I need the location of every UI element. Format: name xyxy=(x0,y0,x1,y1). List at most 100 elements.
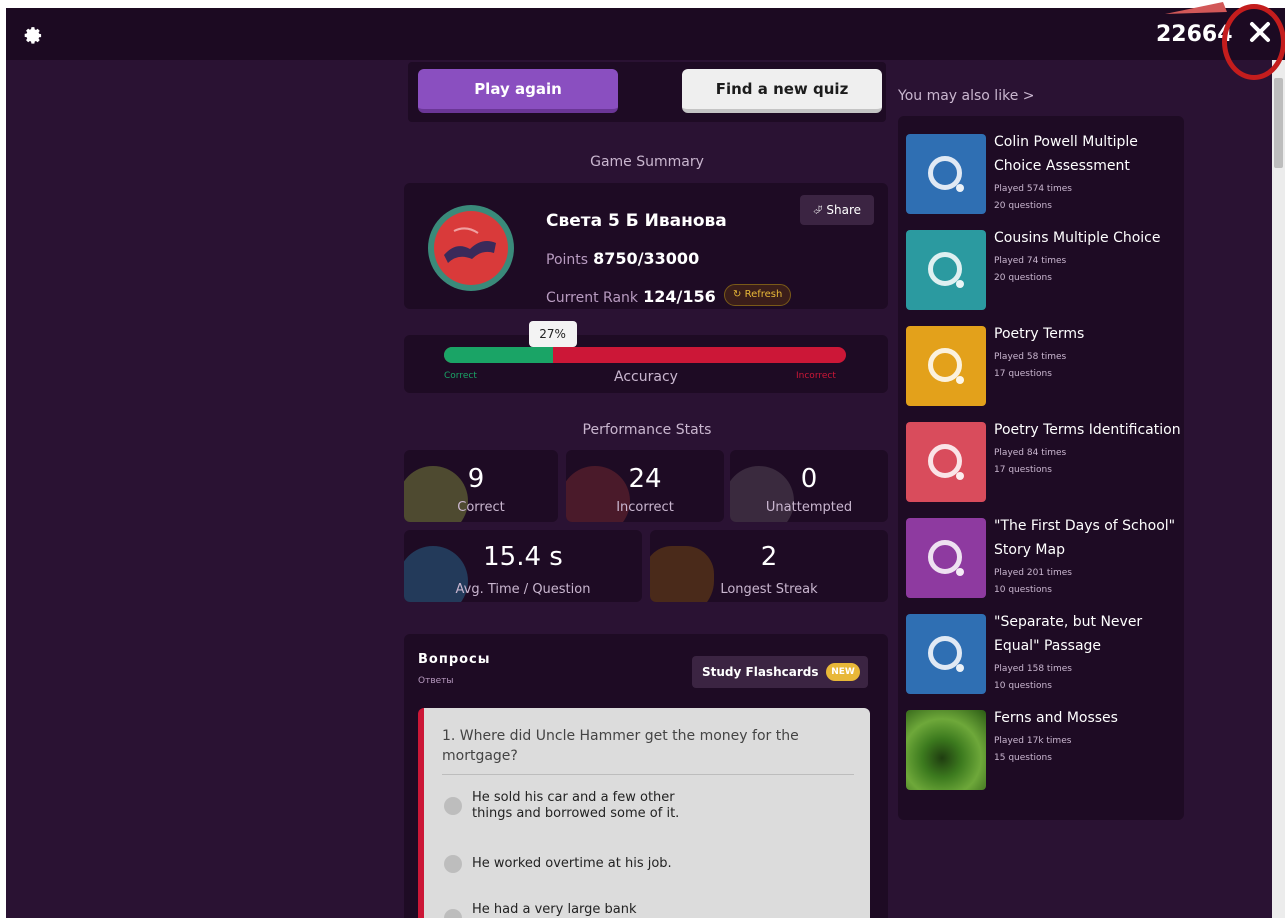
accuracy-card: 27% Correct Accuracy Incorrect xyxy=(404,321,888,393)
streak-label: Longest Streak xyxy=(720,582,818,597)
share-label: Share xyxy=(826,203,862,217)
incorrect-label: Incorrect xyxy=(616,500,674,515)
stat-avg-time: 15.4 s Avg. Time / Question xyxy=(404,530,642,602)
quiz-question-count: 15 questions xyxy=(994,753,1052,763)
review-subtitle: Ответы xyxy=(418,676,454,686)
quiz-played: Played 574 times xyxy=(994,184,1072,194)
question-text: 1. Where did Uncle Hammer get the money … xyxy=(442,728,799,764)
quiz-played: Played 201 times xyxy=(994,568,1072,578)
accuracy-bar xyxy=(444,347,846,363)
quiz-question-count: 10 questions xyxy=(994,681,1052,691)
share-icon: ⮰ xyxy=(812,203,823,217)
quiz-played: Played 158 times xyxy=(994,664,1072,674)
answer-option: He had a very large bank account. xyxy=(444,902,684,918)
study-flashcards-button[interactable]: Study Flashcards NEW xyxy=(692,656,868,688)
refresh-label: Refresh xyxy=(744,289,783,300)
stat-longest-streak: 2 Longest Streak xyxy=(650,530,888,602)
quiz-title: "Separate, but Never Equal" Passage xyxy=(994,614,1143,654)
unattempted-count: 0 xyxy=(800,464,818,494)
action-buttons: Play again Find a new quiz xyxy=(408,62,886,122)
stat-unattempted: 0 Unattempted xyxy=(730,450,888,522)
quiz-thumbnail xyxy=(906,230,986,310)
study-flashcards-label: Study Flashcards xyxy=(702,665,819,679)
radio-icon xyxy=(444,855,462,873)
question-item: 1. Where did Uncle Hammer get the money … xyxy=(418,708,870,918)
quiz-thumbnail xyxy=(906,614,986,694)
recommendations-panel: You may also like > Colin Powell Multipl… xyxy=(896,62,1196,822)
answer-option-text: He worked overtime at his job. xyxy=(472,856,672,871)
avatar xyxy=(428,205,514,291)
quiz-title: Colin Powell Multiple Choice Assessment xyxy=(994,134,1138,174)
radio-icon xyxy=(444,797,462,815)
quiz-question-count: 17 questions xyxy=(994,465,1052,475)
gear-icon[interactable] xyxy=(24,26,44,46)
recommended-quiz[interactable]: Poetry Terms Identification Played 84 ti… xyxy=(906,418,1182,504)
question-review-card: Вопросы Ответы Study Flashcards NEW 1. W… xyxy=(404,634,888,918)
quiz-played: Played 17k times xyxy=(994,736,1072,746)
answer-option-text: He had a very large bank account. xyxy=(472,902,637,917)
answer-option: He worked overtime at his job. xyxy=(444,855,684,873)
answer-option-text: He sold his car and a few other things a… xyxy=(472,790,680,821)
quiz-played: Played 84 times xyxy=(994,448,1067,458)
rank-label: Current Rank xyxy=(546,290,639,306)
recommended-quiz[interactable]: Ferns and Mosses Played 17k times 15 que… xyxy=(906,706,1182,792)
recommended-quiz[interactable]: Poetry Terms Played 58 times 17 question… xyxy=(906,322,1182,408)
recommended-quiz[interactable]: Colin Powell Multiple Choice Assessment … xyxy=(906,130,1182,216)
quiz-title: "The First Days of School" Story Map xyxy=(994,518,1176,558)
close-icon[interactable] xyxy=(1246,18,1274,46)
scrollbar-thumb[interactable] xyxy=(1274,78,1283,168)
avg-time-value: 15.4 s xyxy=(483,542,563,572)
performance-stats-title: Performance Stats xyxy=(582,422,712,438)
quiz-thumbnail xyxy=(906,326,986,406)
quiz-thumbnail xyxy=(906,134,986,214)
player-name: Света 5 Б Иванова xyxy=(546,211,727,231)
quiz-question-count: 10 questions xyxy=(994,585,1052,595)
accuracy-percent: 27% xyxy=(528,321,577,347)
quiz-title: Ferns and Mosses xyxy=(994,710,1118,726)
incorrect-count: 24 xyxy=(628,464,662,494)
points-row: Points 8750/33000 xyxy=(546,249,699,268)
accuracy-incorrect-label: Incorrect xyxy=(796,371,836,381)
recommended-quiz[interactable]: "The First Days of School" Story Map Pla… xyxy=(906,514,1182,600)
refresh-button[interactable]: ↻ Refresh xyxy=(724,284,792,306)
top-bar: 22664 xyxy=(6,8,1285,60)
recommendations-list: Colin Powell Multiple Choice Assessment … xyxy=(898,116,1184,820)
streak-value: 2 xyxy=(760,542,778,572)
unattempted-label: Unattempted xyxy=(765,500,853,515)
radio-icon xyxy=(444,909,462,918)
quiz-question-count: 20 questions xyxy=(994,201,1052,211)
recommended-quiz[interactable]: "Separate, but Never Equal" Passage Play… xyxy=(906,610,1182,696)
scrollbar[interactable] xyxy=(1272,60,1285,918)
accuracy-bar-fill xyxy=(444,347,553,363)
refresh-icon: ↻ xyxy=(733,289,742,300)
score-counter: 22664 xyxy=(1156,22,1233,47)
quiz-question-count: 17 questions xyxy=(994,369,1052,379)
quiz-title: Poetry Terms xyxy=(994,326,1085,342)
find-new-quiz-button[interactable]: Find a new quiz xyxy=(682,69,882,113)
review-title: Вопросы xyxy=(418,652,491,667)
divider xyxy=(442,774,854,775)
quiz-thumbnail xyxy=(906,518,986,598)
points-label: Points xyxy=(546,252,589,268)
correct-count: 9 xyxy=(467,464,485,494)
ferns-image xyxy=(906,710,986,790)
quiz-thumbnail xyxy=(906,422,986,502)
game-summary-card: Света 5 Б Иванова Points 8750/33000 Curr… xyxy=(404,183,888,309)
you-may-also-like-link[interactable]: You may also like > xyxy=(898,88,1035,104)
stat-incorrect: 24 Incorrect xyxy=(566,450,724,522)
correct-label: Correct xyxy=(457,500,505,515)
quiz-played: Played 58 times xyxy=(994,352,1067,362)
game-summary-title: Game Summary xyxy=(590,154,704,170)
answer-option: He sold his car and a few other things a… xyxy=(444,790,684,822)
quiz-title: Cousins Multiple Choice xyxy=(994,230,1161,246)
recommended-quiz[interactable]: Cousins Multiple Choice Played 74 times … xyxy=(906,226,1182,312)
share-button[interactable]: ⮰ Share xyxy=(800,195,874,225)
arrow-icon xyxy=(1165,2,1227,14)
avg-time-label: Avg. Time / Question xyxy=(455,582,591,597)
quiz-played: Played 74 times xyxy=(994,256,1067,266)
points-value: 8750/33000 xyxy=(593,249,700,268)
quiz-title: Poetry Terms Identification xyxy=(994,422,1181,438)
results-column: Play again Find a new quiz Game Summary … xyxy=(404,62,888,918)
play-again-button[interactable]: Play again xyxy=(418,69,618,113)
new-badge: NEW xyxy=(826,663,860,681)
